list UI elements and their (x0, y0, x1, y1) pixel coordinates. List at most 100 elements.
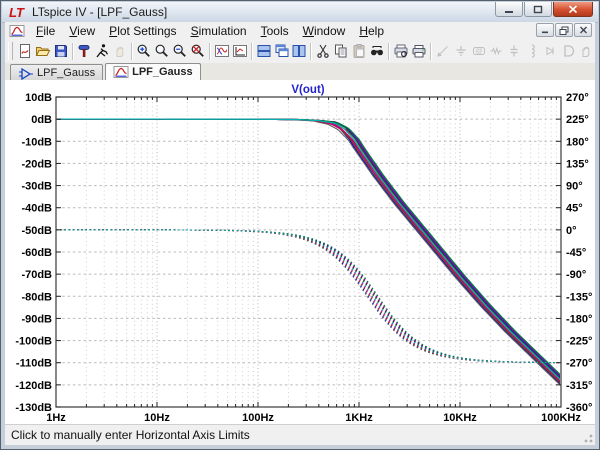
y-right-tick-label[interactable]: -135° (566, 291, 592, 303)
control-panel-icon (76, 43, 92, 59)
resize-grip[interactable] (581, 431, 594, 444)
resistor-button (488, 41, 506, 61)
window-title: LTspice IV - [LPF_Gauss] (32, 5, 167, 19)
plot-title[interactable]: V(out) (291, 84, 324, 96)
find-icon (369, 43, 385, 59)
mdi-window-controls (535, 23, 592, 37)
y-right-tick-label[interactable]: -180° (566, 313, 592, 325)
close-icon (568, 5, 578, 14)
tile-vertical-button[interactable] (290, 41, 308, 61)
axis-labels: 10dB 0dB -10dB -20dB -30dB -40dB -50dB -60dB -70… (15, 92, 592, 424)
label-net-button: @ (470, 41, 488, 61)
waveform-plot[interactable]: V(out) 10dB 0dB -10dB -20dB -30dB -40dB -50dB -… (5, 80, 597, 427)
x-tick-label[interactable]: 100Hz (242, 412, 274, 424)
y-right-tick-label[interactable]: 225° (566, 114, 589, 126)
y-right-tick-label[interactable]: 270° (566, 92, 589, 104)
x-tick-label[interactable]: 1Hz (46, 412, 66, 424)
print-preview-icon (393, 43, 409, 59)
move-button (577, 41, 595, 61)
y-right-tick-label[interactable]: -90° (566, 269, 586, 281)
mdi-minimize-icon (541, 26, 550, 34)
tab-schematic-lpf_gauss[interactable]: LPF_Gauss (10, 64, 103, 80)
menu-item-tools[interactable]: Tools (254, 23, 296, 39)
y-right-tick-label[interactable]: -225° (566, 336, 592, 348)
y-left-tick-label[interactable]: -120dB (15, 380, 52, 392)
resistor-icon (488, 43, 504, 59)
zoom-area-button[interactable] (153, 41, 171, 61)
y-left-tick-label[interactable]: -70dB (21, 269, 52, 281)
ltspice-window: LT LTspice IV - [LPF_Gauss] FileViewPlot… (0, 0, 600, 450)
find-button[interactable] (368, 41, 386, 61)
save-button[interactable] (52, 41, 70, 61)
y-right-tick-label[interactable]: 90° (566, 181, 583, 193)
menu-item-help[interactable]: Help (352, 23, 391, 39)
y-left-tick-label[interactable]: 0dB (31, 114, 52, 126)
y-left-tick-label[interactable]: -90dB (21, 313, 52, 325)
y-left-tick-label[interactable]: -50dB (21, 225, 52, 237)
tab-waveform-lpf_gauss[interactable]: LPF_Gauss (105, 63, 201, 80)
y-left-tick-label[interactable]: -10dB (21, 136, 52, 148)
y-right-tick-label[interactable]: 135° (566, 158, 589, 170)
x-tick-label[interactable]: 1KHz (345, 412, 373, 424)
y-left-tick-label[interactable]: -100dB (15, 336, 52, 348)
mdi-restore-button[interactable] (555, 23, 573, 37)
x-tick-label[interactable]: 10KHz (443, 412, 477, 424)
y-left-tick-label[interactable]: -40dB (21, 203, 52, 215)
y-left-tick-label[interactable]: -60dB (21, 247, 52, 259)
trace-magnitude-run-11 (56, 119, 561, 375)
menu-item-file[interactable]: File (29, 23, 62, 39)
y-right-tick-label[interactable]: 180° (566, 136, 589, 148)
inductor-icon (524, 43, 540, 59)
new-schematic-button[interactable] (16, 41, 34, 61)
y-right-tick-label[interactable]: 0° (566, 225, 577, 237)
tile-horizontal-button[interactable] (255, 41, 273, 61)
y-right-tick-label[interactable]: -45° (566, 247, 586, 259)
zoom-full-button[interactable] (189, 41, 207, 61)
save-icon (53, 43, 69, 59)
run-button[interactable] (93, 41, 111, 61)
wire-button (434, 41, 452, 61)
plot-pane[interactable]: V(out) 10dB 0dB -10dB -20dB -30dB -40dB -50dB -… (5, 80, 595, 425)
control-panel-button[interactable] (76, 41, 94, 61)
open-button[interactable] (34, 41, 52, 61)
minimize-button[interactable] (495, 2, 523, 17)
copy-icon (333, 43, 349, 59)
menu-item-simulation[interactable]: Simulation (184, 23, 254, 39)
print-preview-button[interactable] (392, 41, 410, 61)
mdi-minimize-button[interactable] (536, 23, 554, 37)
x-tick-label[interactable]: 100KHz (541, 412, 581, 424)
menu-item-view[interactable]: View (62, 23, 102, 39)
menu-item-window[interactable]: Window (296, 23, 353, 39)
halt-button (111, 41, 129, 61)
plot-settings-button[interactable] (231, 41, 249, 61)
toolbar-grip[interactable] (8, 42, 13, 60)
y-right-tick-label[interactable]: -315° (566, 380, 592, 392)
trace-magnitude-run-4 (56, 119, 561, 383)
y-left-tick-label[interactable]: 10dB (25, 92, 52, 104)
y-left-tick-label[interactable]: -80dB (21, 291, 52, 303)
capacitor-button (505, 41, 523, 61)
tab-label: LPF_Gauss (132, 66, 193, 78)
title-bar[interactable]: LT LTspice IV - [LPF_Gauss] (2, 2, 598, 23)
zoom-in-button[interactable] (135, 41, 153, 61)
maximize-button[interactable] (524, 2, 552, 17)
y-right-tick-label[interactable]: -270° (566, 358, 592, 370)
copy-button[interactable] (332, 41, 350, 61)
y-right-tick-label[interactable]: 45° (566, 203, 583, 215)
print-button[interactable] (410, 41, 428, 61)
paste-button (350, 41, 368, 61)
cut-button[interactable] (314, 41, 332, 61)
autorange-button[interactable] (213, 41, 231, 61)
mdi-close-button[interactable] (574, 23, 592, 37)
close-button[interactable] (553, 2, 593, 17)
y-left-tick-label[interactable]: -20dB (21, 158, 52, 170)
cascade-button[interactable] (273, 41, 291, 61)
y-left-tick-label[interactable]: -30dB (21, 181, 52, 193)
wire-icon (435, 43, 451, 59)
component-icon (560, 43, 576, 59)
y-left-tick-label[interactable]: -110dB (16, 358, 52, 370)
schematic-icon (18, 66, 34, 80)
menu-item-plot-settings[interactable]: Plot Settings (102, 23, 183, 39)
x-tick-label[interactable]: 10Hz (144, 412, 170, 424)
zoom-out-button[interactable] (171, 41, 189, 61)
